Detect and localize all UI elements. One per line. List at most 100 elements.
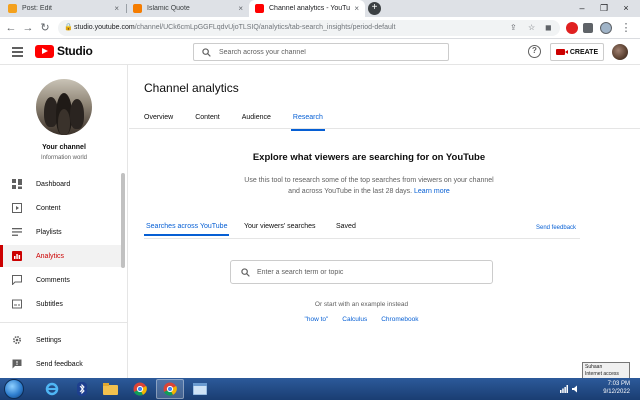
channel-search-bar[interactable] [193,43,449,61]
tab-research[interactable]: Research [290,113,325,131]
close-tab-icon[interactable]: × [238,4,243,13]
subtab-your-viewers-searches[interactable]: Your viewers' searches [244,223,316,230]
puzzle-extensions-icon[interactable] [583,23,593,33]
browser-tab-strip: Post: Edit × Islamic Quote × Channel ana… [0,0,640,17]
windows-taskbar: 7:03 PM 9/12/2022 [0,378,640,400]
volume-icon[interactable] [572,385,580,393]
sidebar-item-label: Playlists [36,228,62,236]
example-calculus[interactable]: Calculus [342,316,367,323]
subtitles-icon [12,299,22,309]
taskbar-chrome[interactable] [126,379,154,399]
youtube-favicon-icon [255,4,264,13]
bookmark-star-icon[interactable]: ☆ [528,20,535,36]
tab-audience[interactable]: Audience [242,113,271,129]
send-feedback-link[interactable]: Send feedback [536,225,576,231]
chrome-icon [133,382,147,396]
studio-header: Studio ? CREATE [0,39,640,65]
restore-icon[interactable]: ❐ [594,0,614,17]
forward-icon[interactable]: → [20,20,36,36]
reload-icon[interactable]: ↻ [37,20,53,36]
example-chromebook[interactable]: Chromebook [381,316,418,323]
close-tab-icon[interactable]: × [114,4,119,13]
network-icon[interactable] [560,385,568,393]
subtab-searches-across-youtube[interactable]: Searches across YouTube [143,223,230,236]
start-button[interactable] [4,379,24,399]
sidebar-item-playlists[interactable]: Playlists [0,221,124,243]
youtube-play-icon [35,44,54,58]
sidebar-item-label: Settings [36,336,62,344]
sidebar-item-settings[interactable]: Settings [0,329,124,351]
close-window-icon[interactable]: × [616,0,636,17]
create-button[interactable]: CREATE [550,43,604,61]
learn-more-link[interactable]: Learn more [414,188,450,195]
blogger-favicon-icon [133,4,142,13]
sidebar-item-analytics[interactable]: Analytics [0,245,124,267]
sidebar-item-label: Analytics [36,252,65,260]
analytics-tabs: Overview Content Audience Research [144,113,345,131]
address-bar[interactable]: 🔒 studio.youtube.com/channel/UCk6cmLpGGF… [58,20,560,36]
extension-icon[interactable]: ◼ [545,20,552,36]
video-camera-icon [555,49,568,55]
example-prompt: Or start with an example instead [314,301,409,308]
content-icon [12,203,22,213]
sidebar-item-label: Content [36,204,61,212]
sidebar-item-content[interactable]: Content [0,197,124,219]
browser-tab-islamic-quote[interactable]: Islamic Quote × [127,0,249,17]
back-icon[interactable]: ← [3,20,19,36]
bluetooth-icon [77,382,87,396]
sidebar-item-label: Subtitles [36,300,63,308]
profile-avatar-icon[interactable] [600,22,612,34]
channel-search-input[interactable] [219,45,439,59]
account-avatar[interactable] [612,44,628,60]
channel-subtitle: Information world [40,155,88,161]
subtab-saved[interactable]: Saved [336,223,356,230]
browser-tab-post-edit[interactable]: Post: Edit × [2,0,125,17]
research-search-box[interactable] [230,260,493,284]
browser-toolbar: ← → ↻ 🔒 studio.youtube.com/channel/UCk6c… [0,17,640,39]
clock-time[interactable]: 7:03 PM [608,381,630,387]
chrome-menu-icon[interactable]: ⋮ [618,20,634,36]
pinterest-extension-icon[interactable] [566,22,578,34]
url-text: studio.youtube.com/channel/UCk6cmLpGGFLq… [74,24,396,31]
channel-title: Your channel [42,144,86,151]
minimize-icon[interactable]: – [572,0,592,17]
example-how-to[interactable]: "how to" [305,316,329,323]
studio-sidebar: Your channel Information world Dashboard… [0,65,128,378]
lock-icon: 🔒 [64,24,73,31]
example-chips: "how to" Calculus Chromebook [230,316,493,323]
system-tray: 7:03 PM 9/12/2022 [560,378,640,400]
sidebar-item-subtitles[interactable]: Subtitles [0,293,124,315]
taskbar-app-window[interactable] [186,379,214,399]
chrome-icon [163,382,177,396]
sidebar-item-send-feedback[interactable]: Send feedback [0,353,124,375]
analytics-icon [12,251,22,261]
browser-tab-channel-analytics[interactable]: Channel analytics - YouTube Studio × [249,0,365,17]
channel-avatar[interactable] [36,79,92,135]
taskbar-chrome-active[interactable] [156,379,184,399]
gear-icon [12,335,22,345]
taskbar-bluetooth[interactable] [68,379,96,399]
taskbar-explorer[interactable] [96,379,124,399]
new-tab-button[interactable]: + [368,2,381,15]
research-search-input[interactable] [257,265,482,279]
research-heading: Explore what viewers are searching for o… [252,152,486,163]
clock-date[interactable]: 9/12/2022 [603,389,630,395]
share-icon[interactable]: ⇪ [510,20,517,36]
sidebar-item-dashboard[interactable]: Dashboard [0,173,124,195]
search-icon [202,48,211,57]
network-tooltip: Suhaan Internet access [582,362,630,379]
create-button-label: CREATE [569,48,599,56]
page-title: Channel analytics [144,81,239,95]
sidebar-scrollbar[interactable] [121,173,125,268]
tab-content[interactable]: Content [195,113,220,129]
hamburger-menu-icon[interactable] [12,47,23,57]
sidebar-item-label: Send feedback [36,360,83,368]
close-tab-icon[interactable]: × [354,4,359,13]
help-icon[interactable]: ? [528,45,541,58]
taskbar-ie[interactable] [38,379,66,399]
tab-overview[interactable]: Overview [144,113,173,129]
blogger-favicon-icon [8,4,17,13]
sidebar-item-comments[interactable]: Comments [0,269,124,291]
studio-logo[interactable]: Studio [35,44,93,58]
sidebar-item-label: Dashboard [36,180,71,188]
